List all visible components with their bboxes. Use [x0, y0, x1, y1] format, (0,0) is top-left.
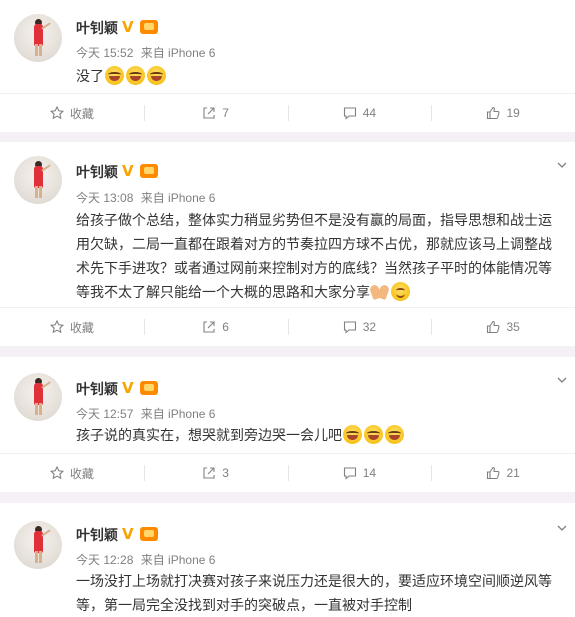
comment-count: 32 — [362, 320, 377, 334]
like-button[interactable]: 19 — [431, 94, 575, 132]
favorite-label: 收藏 — [69, 466, 94, 481]
favorite-button[interactable]: 收藏 — [0, 308, 144, 346]
laugh-emoji-icon — [343, 425, 362, 444]
like-count: 21 — [506, 466, 520, 480]
share-count: 7 — [222, 106, 229, 120]
vip-icon[interactable] — [140, 527, 158, 541]
like-count: 35 — [506, 320, 520, 334]
comment-button[interactable]: 32 — [287, 308, 432, 346]
post-time[interactable]: 今天 12:28 — [76, 553, 133, 567]
verified-icon: V — [122, 525, 134, 543]
verified-icon: V — [122, 379, 134, 397]
favorite-label: 收藏 — [69, 106, 94, 121]
share-icon — [203, 107, 215, 119]
post-source: 来自 iPhone 6 — [140, 553, 216, 567]
weibo-post-3: 叶钊颖 V 今天 12:57 来自 iPhone 6 孩子说的真实在，想哭就到旁… — [0, 357, 575, 492]
star-icon — [49, 466, 64, 480]
smile-emoji-icon — [391, 282, 410, 301]
comment-button[interactable]: 14 — [287, 454, 432, 492]
like-button[interactable]: 21 — [431, 454, 575, 492]
thumbs-up-icon — [487, 320, 500, 334]
laugh-emoji-icon — [385, 425, 404, 444]
verified-icon: V — [122, 18, 134, 36]
laugh-emoji-icon — [126, 66, 145, 85]
weibo-post-1: 叶钊颖 V 今天 15:52 来自 iPhone 6 没了 收藏 7 44 19 — [0, 0, 575, 132]
post-source: 来自 iPhone 6 — [140, 407, 216, 421]
comment-count: 44 — [362, 106, 377, 120]
avatar[interactable] — [14, 156, 62, 204]
weibo-post-2: 叶钊颖 V 今天 13:08 来自 iPhone 6 给孩子做个总结，整体实力稍… — [0, 142, 575, 346]
vip-icon[interactable] — [140, 381, 158, 395]
like-button[interactable]: 35 — [431, 308, 575, 346]
share-button[interactable]: 7 — [143, 94, 288, 132]
comment-icon — [343, 321, 356, 334]
comment-button[interactable]: 44 — [287, 94, 432, 132]
post-time[interactable]: 今天 13:08 — [76, 191, 133, 205]
post-text: 一场没打上场就打决赛对孩子来说压力还是很大的，要适应环境空间顺逆风等等，第一局完… — [76, 573, 552, 613]
post-text: 孩子说的真实在，想哭就到旁边哭一会儿吧 — [76, 427, 342, 443]
avatar[interactable] — [14, 14, 62, 62]
post-text: 没了 — [76, 68, 104, 84]
comment-count: 14 — [362, 466, 377, 480]
avatar[interactable] — [14, 373, 62, 421]
verified-icon: V — [122, 162, 134, 180]
like-count: 19 — [506, 106, 520, 120]
share-icon — [203, 467, 215, 479]
star-icon — [49, 320, 64, 334]
pray-emoji-icon — [370, 283, 390, 301]
share-count: 3 — [222, 466, 229, 480]
favorite-button[interactable]: 收藏 — [0, 454, 144, 492]
post-time[interactable]: 今天 15:52 — [76, 46, 133, 60]
author-name[interactable]: 叶钊颖 — [76, 162, 118, 182]
post-source: 来自 iPhone 6 — [140, 46, 216, 60]
laugh-emoji-icon — [364, 425, 383, 444]
author-name[interactable]: 叶钊颖 — [76, 525, 118, 545]
post-time[interactable]: 今天 12:57 — [76, 407, 133, 421]
share-count: 6 — [222, 320, 229, 334]
chevron-down-icon[interactable] — [557, 375, 567, 385]
laugh-emoji-icon — [147, 66, 166, 85]
chevron-down-icon[interactable] — [557, 160, 567, 170]
share-button[interactable]: 6 — [143, 308, 288, 346]
thumbs-up-icon — [487, 106, 500, 120]
favorite-label: 收藏 — [69, 320, 94, 335]
avatar[interactable] — [14, 521, 62, 569]
author-name[interactable]: 叶钊颖 — [76, 18, 118, 38]
chevron-down-icon[interactable] — [557, 523, 567, 533]
share-button[interactable]: 3 — [143, 454, 288, 492]
vip-icon[interactable] — [140, 164, 158, 178]
laugh-emoji-icon — [105, 66, 124, 85]
favorite-button[interactable]: 收藏 — [0, 94, 144, 132]
share-icon — [203, 321, 215, 333]
comment-icon — [343, 467, 356, 480]
vip-icon[interactable] — [140, 20, 158, 34]
comment-icon — [343, 107, 356, 120]
thumbs-up-icon — [487, 466, 500, 480]
post-source: 来自 iPhone 6 — [140, 191, 216, 205]
star-icon — [49, 106, 64, 120]
weibo-post-4: 叶钊颖 V 今天 12:28 来自 iPhone 6 一场没打上场就打决赛对孩子… — [0, 503, 575, 617]
post-text: 给孩子做个总结，整体实力稍显劣势但不是没有赢的局面，指导思想和战士运用欠缺，二局… — [76, 212, 552, 300]
author-name[interactable]: 叶钊颖 — [76, 379, 118, 399]
